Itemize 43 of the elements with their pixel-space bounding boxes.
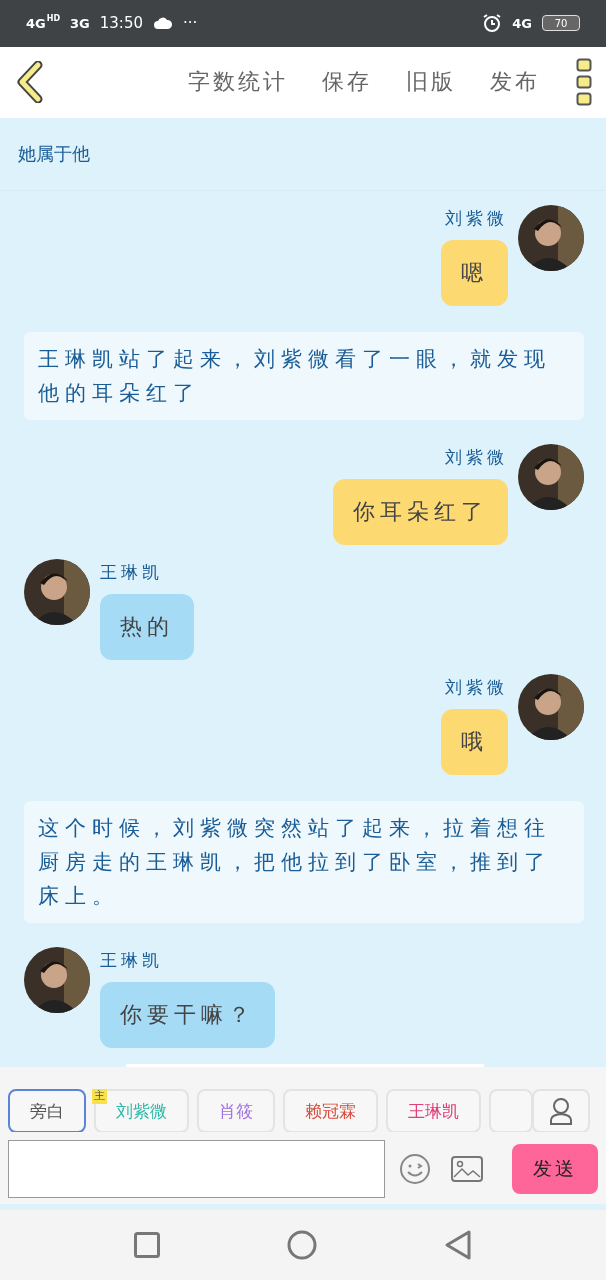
sender-name: 刘紫微 xyxy=(445,206,508,230)
sender-name: 王琳凯 xyxy=(100,948,163,972)
more-label: ··· xyxy=(183,14,198,33)
sender-name: 王琳凯 xyxy=(100,560,163,584)
character-chip[interactable]: 王琳凯 xyxy=(386,1089,481,1133)
person-button[interactable] xyxy=(532,1089,590,1133)
character-chip[interactable]: 旁白 xyxy=(8,1089,86,1133)
cloud-icon xyxy=(153,16,173,31)
message-bubble: 你耳朵红了 xyxy=(333,478,508,545)
narration-text: 王琳凯站了起来，刘紫微看了一眼，就发现他的耳朵红了 xyxy=(24,331,584,420)
main-badge: 主 xyxy=(92,1089,107,1105)
sender-name: 刘紫微 xyxy=(445,675,508,699)
hd-label: HD xyxy=(46,13,61,23)
alarm-icon xyxy=(482,13,503,34)
home-icon[interactable] xyxy=(287,1230,317,1261)
back-icon[interactable] xyxy=(444,1229,473,1262)
character-chip[interactable]: 肖筱 xyxy=(197,1089,275,1133)
emoji-icon[interactable] xyxy=(399,1153,431,1186)
story-title: 她属于他 xyxy=(18,141,90,166)
toolbar-action[interactable]: 旧版 xyxy=(406,67,456,98)
person-icon xyxy=(549,1097,573,1126)
signal-label: 3G xyxy=(70,15,90,31)
message-bubble: 哦 xyxy=(441,708,508,775)
toolbar-action[interactable]: 字数统计 xyxy=(188,67,288,98)
signal-label: 4G xyxy=(26,15,46,31)
message-bubble: 嗯 xyxy=(441,239,508,306)
clock: 13:50 xyxy=(99,14,143,33)
image-icon[interactable] xyxy=(451,1156,483,1183)
message-bubble: 热的 xyxy=(100,593,194,660)
toolbar-action[interactable]: 发布 xyxy=(490,67,540,98)
toolbar-action[interactable]: 保存 xyxy=(322,67,372,98)
character-chip[interactable]: 主 刘紫微 xyxy=(94,1089,189,1133)
back-icon[interactable] xyxy=(16,61,44,104)
narration-text: 这个时候，刘紫微突然站了起来，拉着想往厨房走的王琳凯，把他拉到了卧室，推到了床上。 xyxy=(24,800,584,923)
battery-indicator: 70 xyxy=(542,15,580,32)
signal-label: 4G xyxy=(512,15,532,31)
send-button[interactable]: 发送 xyxy=(512,1144,598,1195)
character-chip[interactable]: 赖冠霖 xyxy=(283,1089,378,1133)
square-icon[interactable] xyxy=(133,1232,160,1259)
menu-icon[interactable] xyxy=(576,58,592,107)
sender-name: 刘紫微 xyxy=(445,445,508,469)
message-bubble: 你要干嘛？ xyxy=(100,981,275,1048)
message-input[interactable] xyxy=(8,1140,385,1199)
